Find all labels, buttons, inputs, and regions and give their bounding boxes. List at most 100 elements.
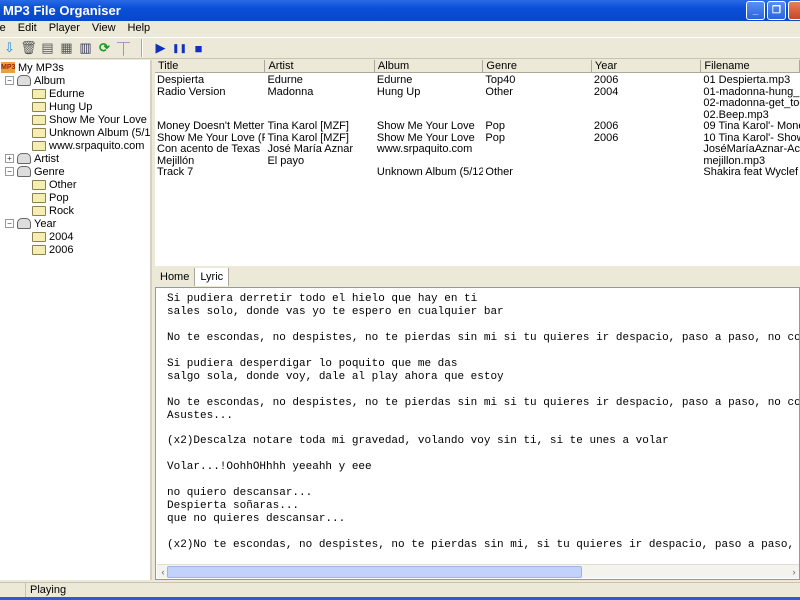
horizontal-scrollbar[interactable]: ‹ › — [157, 564, 799, 579]
disk-icon — [17, 218, 31, 229]
table-cell: Pop — [485, 121, 505, 132]
tree-item-genre[interactable]: Rock — [32, 204, 74, 217]
restore-button[interactable]: ❐ — [767, 1, 786, 20]
delete-icon[interactable]: 🗑 — [19, 39, 38, 57]
refresh-icon[interactable]: ⟳ — [95, 39, 114, 57]
table-row[interactable]: 02.Beep.mp3 — [155, 110, 800, 122]
scroll-right-icon[interactable]: › — [788, 565, 799, 579]
table-icon[interactable]: ▥ — [76, 39, 95, 57]
tag-icon[interactable]: ⏉ — [114, 39, 133, 57]
library-tree: MP3 My MP3s − Album Edurne Hung Up Show Me… — [0, 60, 152, 580]
table-row[interactable]: Despierta Edurne Edurne Top40 2006 01 Despier… — [155, 75, 800, 87]
table-cell: 02.Beep.mp3 — [703, 109, 769, 121]
table-cell: JoséMaríaAznar-Acento — [703, 144, 800, 155]
table-cell — [592, 156, 701, 168]
tab-lyric[interactable]: Lyric — [194, 268, 230, 286]
tree-item-album[interactable]: Hung Up — [32, 100, 92, 113]
tree-item-genre[interactable]: Pop — [32, 191, 69, 204]
folder-icon — [32, 114, 46, 125]
track-list: Title Artist Album Genre Year Filename D… — [155, 60, 800, 266]
table-row[interactable]: Show Me Your Love (RE...Tina Karol [MZF]… — [155, 133, 800, 145]
table-cell: 2006 — [593, 121, 619, 132]
tree-item-genre[interactable]: Other — [32, 178, 77, 191]
table-cell — [265, 110, 374, 122]
menu-player[interactable]: Player — [43, 21, 86, 37]
menu-file[interactable]: File — [0, 21, 12, 37]
folder-icon — [32, 101, 46, 112]
column-artist[interactable]: Artist — [265, 60, 375, 73]
menu-view[interactable]: View — [86, 21, 122, 37]
properties-icon[interactable]: ▤ — [38, 39, 57, 57]
toolbar-separator — [141, 39, 143, 57]
column-filename[interactable]: Filename — [701, 60, 800, 73]
pause-icon[interactable]: ❚❚ — [170, 39, 189, 57]
column-genre[interactable]: Genre — [483, 60, 592, 73]
table-cell — [265, 98, 374, 110]
tree-item-album[interactable]: Edurne — [32, 87, 84, 100]
table-cell — [375, 156, 483, 168]
menu-edit[interactable]: Edit — [12, 21, 43, 37]
scroll-thumb[interactable] — [167, 566, 582, 578]
status-bar: Playing — [0, 582, 800, 597]
tree-item-album[interactable]: Unknown Album (5/12/200 — [32, 126, 150, 139]
minimize-button[interactable]: _ — [746, 1, 765, 20]
collapse-icon[interactable]: − — [5, 167, 14, 176]
table-cell — [375, 110, 483, 122]
table-row[interactable]: Con acento de Texas José María Aznar www.s… — [155, 144, 800, 156]
table-row[interactable]: 02-madonna-get_together.mp3 — [155, 98, 800, 110]
column-album[interactable]: Album — [375, 60, 484, 73]
menu-help[interactable]: Help — [122, 21, 157, 37]
table-cell: Show Me Your Love — [376, 132, 475, 144]
collapse-icon[interactable]: − — [5, 219, 14, 228]
table-cell: mejillon.mp3 — [703, 155, 766, 167]
table-row[interactable]: Radio Version Madonna Hung Up Other 2004 01-m… — [155, 87, 800, 99]
lyric-panel[interactable]: Si pudiera derretir todo el hielo que ha… — [155, 287, 800, 580]
toolbar: ⇩ 🗑 ▤ ▦ ▥ ⟳ ⏉ ▶ ❚❚ ■ — [0, 37, 800, 59]
tree-item-year[interactable]: 2004 — [32, 230, 73, 243]
table-cell — [155, 110, 265, 122]
table-cell: Shakira feat Wyclef Jean — [703, 167, 800, 178]
import-icon[interactable]: ⇩ — [0, 39, 19, 57]
folder-icon — [32, 140, 46, 151]
table-cell: Other — [485, 86, 513, 98]
tree-root[interactable]: MP3 My MP3s — [1, 61, 64, 74]
rename-icon[interactable]: ▦ — [57, 39, 76, 57]
column-year[interactable]: Year — [592, 60, 702, 73]
table-row[interactable]: Track 7 Unknown Album (5/12/...Other Shaki… — [155, 167, 800, 179]
table-cell — [375, 98, 483, 110]
list-header: Title Artist Album Genre Year Filename — [155, 60, 800, 73]
table-cell: 01 Despierta.mp3 — [703, 75, 791, 86]
table-cell — [592, 167, 701, 179]
table-cell: 01-madonna-hung_up.mp3 — [703, 86, 800, 98]
tree-year[interactable]: − Year — [5, 217, 56, 230]
table-cell: José María Aznar — [267, 144, 354, 155]
table-cell: Edurne — [376, 75, 413, 86]
tree-item-album[interactable]: Show Me Your Love — [32, 113, 147, 126]
close-button[interactable] — [788, 1, 800, 20]
tree-genre[interactable]: − Genre — [5, 165, 65, 178]
tree-artist[interactable]: + Artist — [5, 152, 59, 165]
tree-item-year[interactable]: 2006 — [32, 243, 73, 256]
table-cell: Money Doesn't Metter (R... — [157, 121, 265, 132]
table-cell — [155, 98, 265, 110]
tab-home[interactable]: Home — [155, 268, 194, 286]
table-row[interactable]: Money Doesn't Metter (R...Tina Karol [MZ… — [155, 121, 800, 133]
table-row[interactable]: Mejillón El payo mejillon.mp3 — [155, 156, 800, 168]
folder-icon — [32, 244, 46, 255]
stop-icon[interactable]: ■ — [189, 39, 208, 57]
column-title[interactable]: Title — [155, 60, 266, 73]
expand-icon[interactable]: + — [5, 154, 14, 163]
table-cell: Pop — [485, 132, 505, 144]
lyric-text[interactable]: Si pudiera derretir todo el hielo que ha… — [167, 293, 799, 552]
collapse-icon[interactable]: − — [5, 76, 14, 85]
tree-album[interactable]: − Album — [5, 74, 65, 87]
tree-item-album[interactable]: www.srpaquito.com — [32, 139, 144, 152]
play-icon[interactable]: ▶ — [151, 39, 170, 57]
table-cell — [483, 144, 591, 156]
table-cell: 10 Tina Karol'- Show M... — [703, 132, 800, 144]
table-cell: 2006 — [593, 132, 619, 144]
table-cell: Hung Up — [376, 86, 421, 98]
table-cell: Mejillón — [157, 155, 195, 167]
table-cell — [483, 110, 591, 122]
table-cell: Other — [485, 167, 513, 178]
